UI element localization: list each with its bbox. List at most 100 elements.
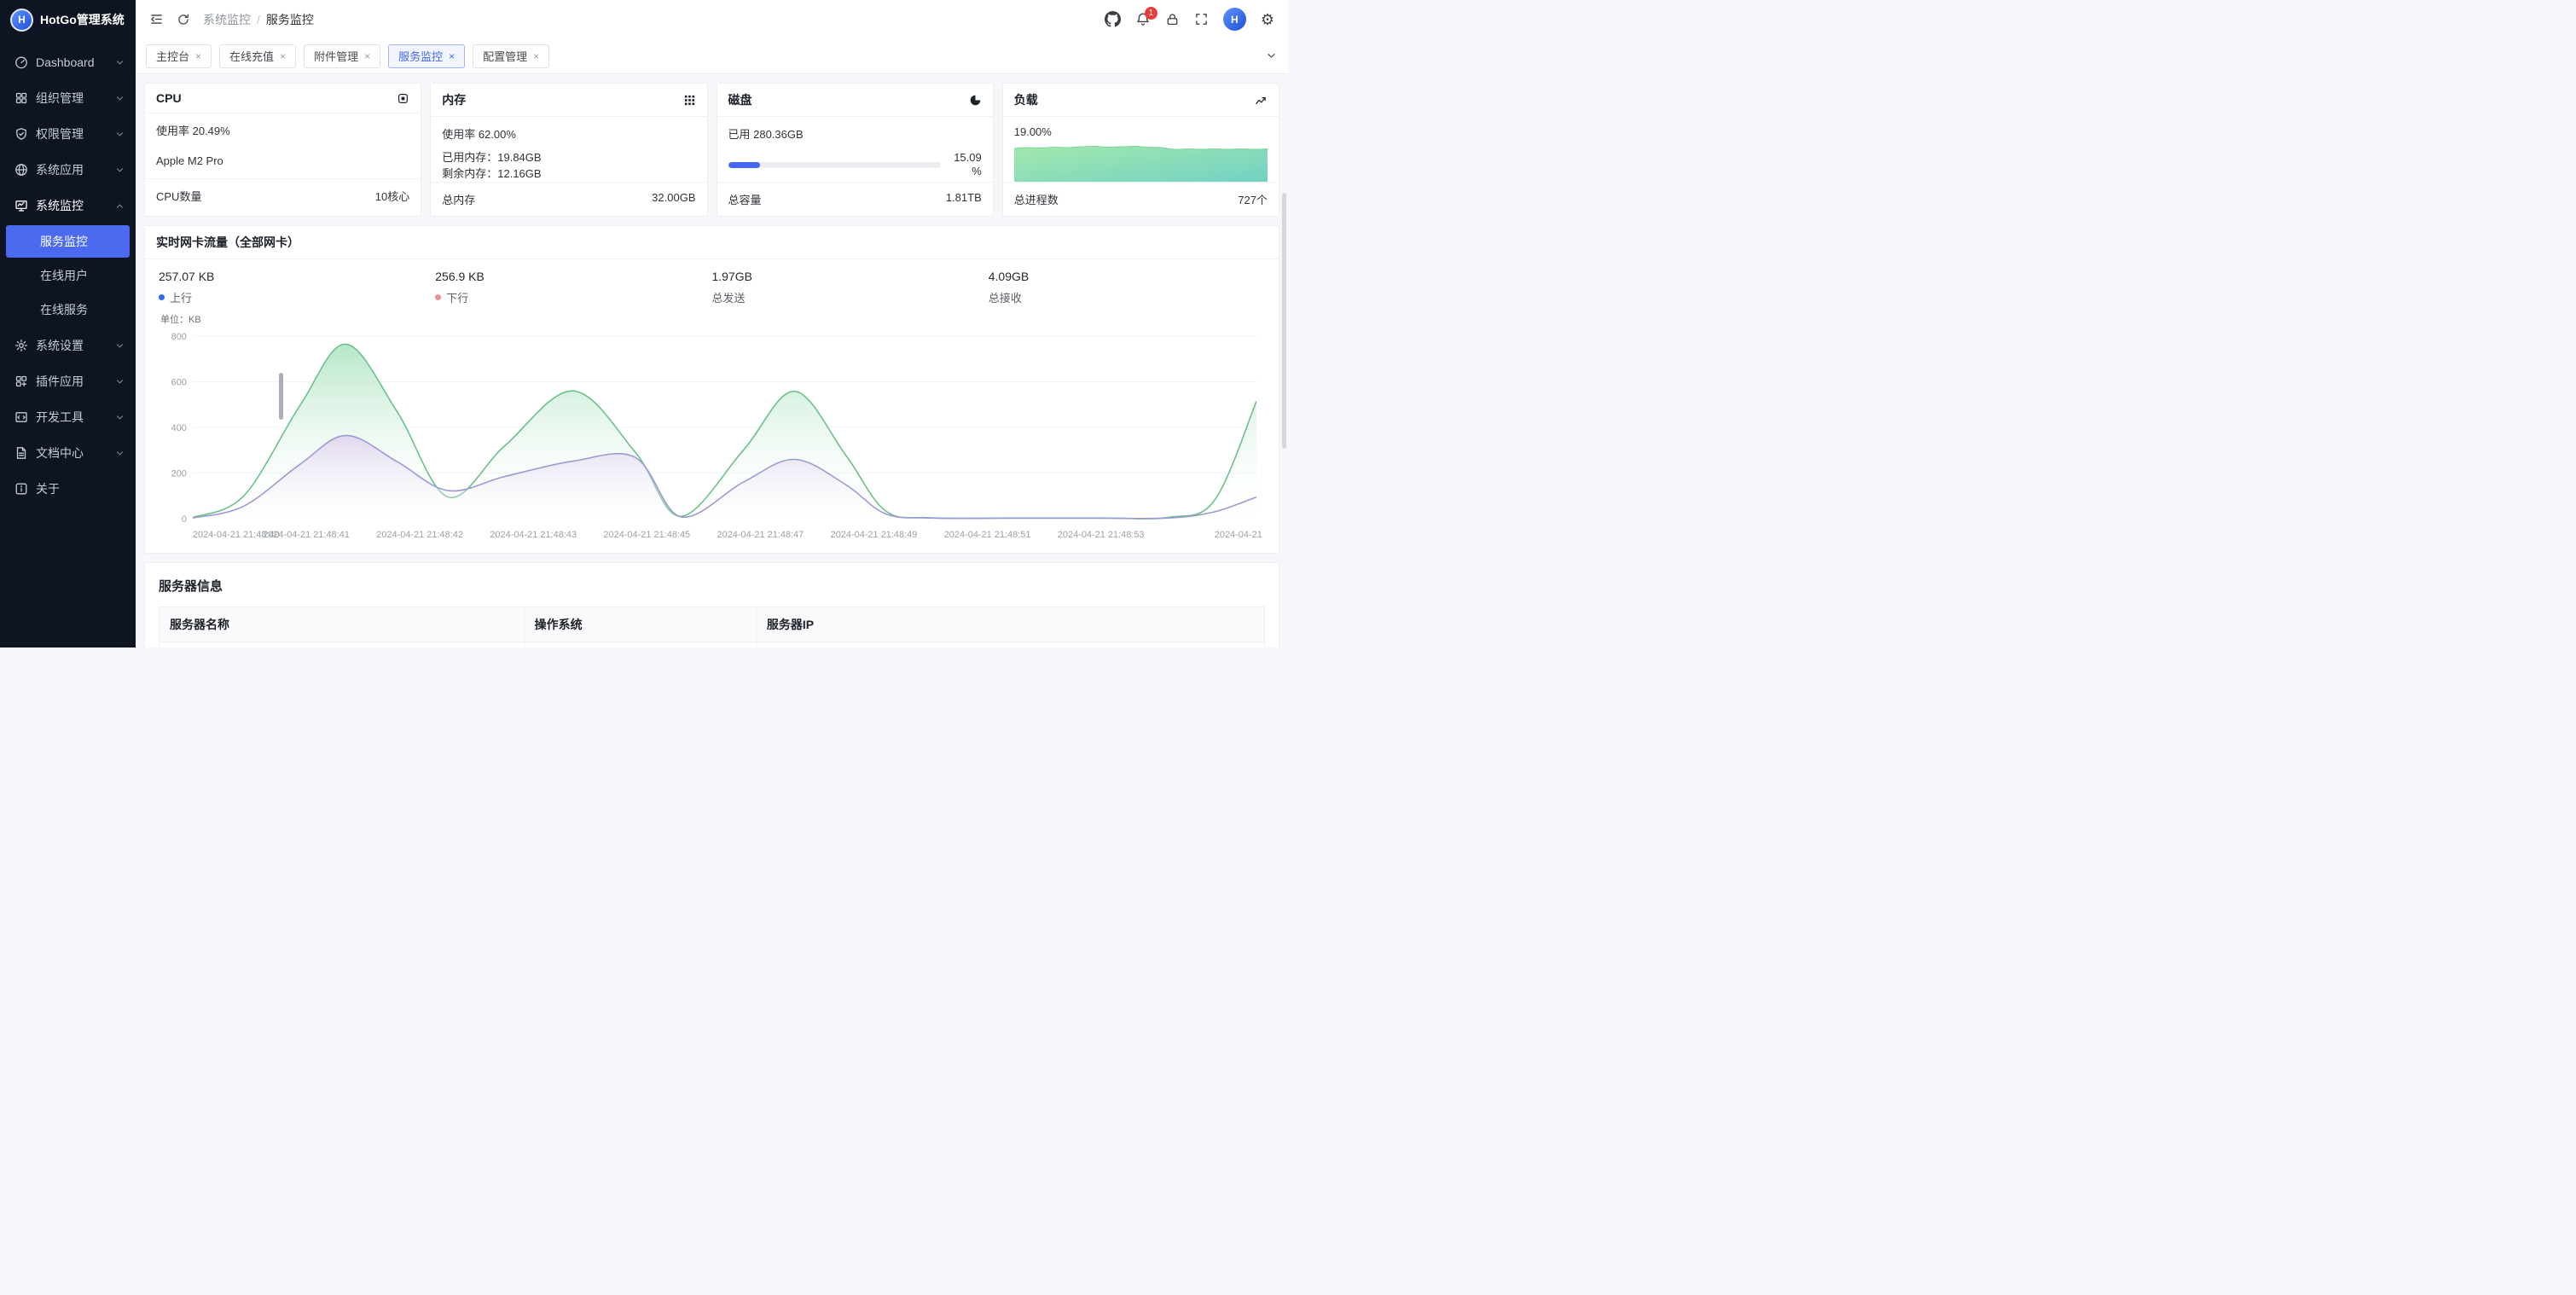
breadcrumb-separator: / <box>257 13 260 26</box>
server-os-cell: darwin <box>524 642 756 648</box>
content-area: CPU 使用率 20.49% Apple M2 Pro CPU数量 10核心 内… <box>136 74 1288 648</box>
sidebar-item-docs[interactable]: 文档中心 <box>0 435 136 471</box>
server-info-title: 服务器信息 <box>159 577 1265 595</box>
breadcrumb-page: 服务监控 <box>266 11 314 28</box>
sidebar-subitem-service-monitor[interactable]: 服务监控 <box>6 225 130 258</box>
dashboard-icon <box>15 55 28 69</box>
page-scrollbar-thumb[interactable] <box>1282 193 1286 449</box>
cpu-chip-icon <box>397 92 409 105</box>
close-icon[interactable]: × <box>364 51 370 61</box>
svg-text:200: 200 <box>171 468 187 479</box>
system-monitor-submenu: 服务监控 在线用户 在线服务 <box>0 225 136 326</box>
trend-chart-icon <box>1255 94 1268 107</box>
disk-footer-label: 总容量 <box>728 191 762 207</box>
network-traffic-area-chart: 02004006008002024-04-21 21:48:402024-04-… <box>159 326 1265 548</box>
logo-icon: H <box>10 9 33 32</box>
notification-badge: 1 <box>1145 7 1157 20</box>
col-os: 操作系统 <box>524 607 756 642</box>
memory-grid-icon <box>683 94 696 107</box>
memory-footer-label: 总内存 <box>442 191 475 207</box>
sidebar-item-system-settings[interactable]: 系统设置 <box>0 328 136 363</box>
memory-usage-text: 使用率 62.00% <box>442 125 695 142</box>
disk-pie-icon <box>969 94 982 107</box>
sidebar-item-organization[interactable]: 组织管理 <box>0 80 136 116</box>
chevron-down-icon <box>114 412 125 423</box>
traffic-stat-total-sent: 1.97GB 总发送 <box>712 270 989 305</box>
topbar: 系统监控 / 服务监控 1 H ⚙ <box>136 0 1288 38</box>
traffic-stats-row: 257.07 KB 上行 256.9 KB 下行 1.97GB 总发送 4. <box>159 270 1265 305</box>
settings-gear-icon[interactable]: ⚙ <box>1261 12 1274 27</box>
disk-footer-value: 1.81TB <box>946 191 982 207</box>
sidebar-subitem-online-services[interactable]: 在线服务 <box>6 293 130 326</box>
disk-progress-track <box>728 162 941 168</box>
sidebar-item-permissions[interactable]: 权限管理 <box>0 116 136 152</box>
user-avatar[interactable]: H <box>1223 8 1246 31</box>
cpu-card: CPU 使用率 20.49% Apple M2 Pro CPU数量 10核心 <box>144 83 421 217</box>
close-icon[interactable]: × <box>449 51 455 61</box>
main-column: 系统监控 / 服务监控 1 H ⚙ 主控台× 在线充值× 附件管理× 服务监控× <box>136 0 1288 648</box>
tabbar: 主控台× 在线充值× 附件管理× 服务监控× 配置管理× <box>136 38 1288 74</box>
svg-text:2024-04-21 21:48:53: 2024-04-21 21:48:53 <box>1058 530 1145 540</box>
svg-text:0: 0 <box>182 514 187 525</box>
sidebar-subitem-online-users[interactable]: 在线用户 <box>6 259 130 292</box>
fullscreen-icon[interactable] <box>1194 12 1209 26</box>
traffic-card-title: 实时网卡流量（全部网卡） <box>156 234 299 251</box>
app-root: H HotGo管理系统 Dashboard 组织管理 权限管理 系统应用 <box>0 0 1288 648</box>
svg-text:2024-04-21 21:4: 2024-04-21 21:4 <box>1215 530 1265 540</box>
plugin-grid-icon <box>15 375 28 388</box>
github-icon[interactable] <box>1105 11 1121 27</box>
chevron-down-icon <box>114 165 125 176</box>
info-icon <box>15 482 28 496</box>
svg-text:2024-04-21 21:48:42: 2024-04-21 21:48:42 <box>376 530 463 540</box>
topbar-actions: 1 H ⚙ <box>1105 8 1274 31</box>
close-icon[interactable]: × <box>195 51 201 61</box>
gear-icon <box>15 339 28 352</box>
traffic-card: 实时网卡流量（全部网卡） 257.07 KB 上行 256.9 KB 下行 <box>144 225 1279 554</box>
traffic-stat-total-received: 4.09GB 总接收 <box>989 270 1265 305</box>
content-scrollbar-thumb[interactable] <box>279 373 283 420</box>
chevron-down-icon <box>114 57 125 68</box>
tab-options-chevron-icon[interactable] <box>1265 49 1278 62</box>
chevron-down-icon <box>114 129 125 140</box>
svg-text:2024-04-21 21:48:41: 2024-04-21 21:48:41 <box>263 530 350 540</box>
memory-free-text: 剩余内存：12.16GB <box>442 166 695 182</box>
sidebar-item-dev-tools[interactable]: 开发工具 <box>0 399 136 435</box>
sidebar-item-about[interactable]: 关于 <box>0 471 136 507</box>
sidebar-item-plugins[interactable]: 插件应用 <box>0 363 136 399</box>
disk-progress-fill <box>728 162 761 168</box>
close-icon[interactable]: × <box>280 51 286 61</box>
notifications-bell-icon[interactable]: 1 <box>1135 12 1151 27</box>
svg-text:2024-04-21 21:48:43: 2024-04-21 21:48:43 <box>490 530 577 540</box>
col-server-name: 服务器名称 <box>160 607 525 642</box>
app-logo[interactable]: H HotGo管理系统 <box>0 0 136 39</box>
memory-card-title: 内存 <box>442 91 466 108</box>
chevron-down-icon <box>114 93 125 104</box>
sidebar-item-system-apps[interactable]: 系统应用 <box>0 152 136 188</box>
svg-text:2024-04-21 21:48:47: 2024-04-21 21:48:47 <box>717 530 804 540</box>
sidebar-item-dashboard[interactable]: Dashboard <box>0 44 136 80</box>
grid-icon <box>15 91 28 105</box>
breadcrumb: 系统监控 / 服务监控 <box>203 11 314 28</box>
memory-card: 内存 使用率 62.00% 已用内存：19.84GB 剩余内存：12.16GB … <box>430 83 707 217</box>
cpu-footer-value: 10核心 <box>375 188 409 204</box>
globe-icon <box>15 163 28 177</box>
chart-unit-label: 单位：KB <box>160 312 1265 326</box>
tab-online-recharge[interactable]: 在线充值× <box>219 44 296 68</box>
tab-attachments[interactable]: 附件管理× <box>304 44 380 68</box>
server-info-table: 服务器名称 操作系统 服务器IP mengshuaideMBP darwin 1… <box>159 607 1265 648</box>
refresh-icon[interactable] <box>177 13 190 26</box>
menu-fold-icon[interactable] <box>149 12 164 26</box>
lock-icon[interactable] <box>1165 12 1180 26</box>
breadcrumb-section[interactable]: 系统监控 <box>203 11 251 28</box>
tab-service-monitor[interactable]: 服务监控× <box>388 44 465 68</box>
close-icon[interactable]: × <box>533 51 539 61</box>
memory-used-text: 已用内存：19.84GB <box>442 149 695 166</box>
tab-console[interactable]: 主控台× <box>146 44 212 68</box>
svg-text:600: 600 <box>171 377 187 387</box>
tab-config[interactable]: 配置管理× <box>473 44 549 68</box>
sidebar-item-system-monitor[interactable]: 系统监控 <box>0 188 136 224</box>
chevron-down-icon <box>114 376 125 387</box>
svg-text:800: 800 <box>171 332 187 342</box>
server-info-card: 服务器信息 服务器名称 操作系统 服务器IP mengshuaideMBP <box>144 562 1279 648</box>
shield-check-icon <box>15 127 28 141</box>
